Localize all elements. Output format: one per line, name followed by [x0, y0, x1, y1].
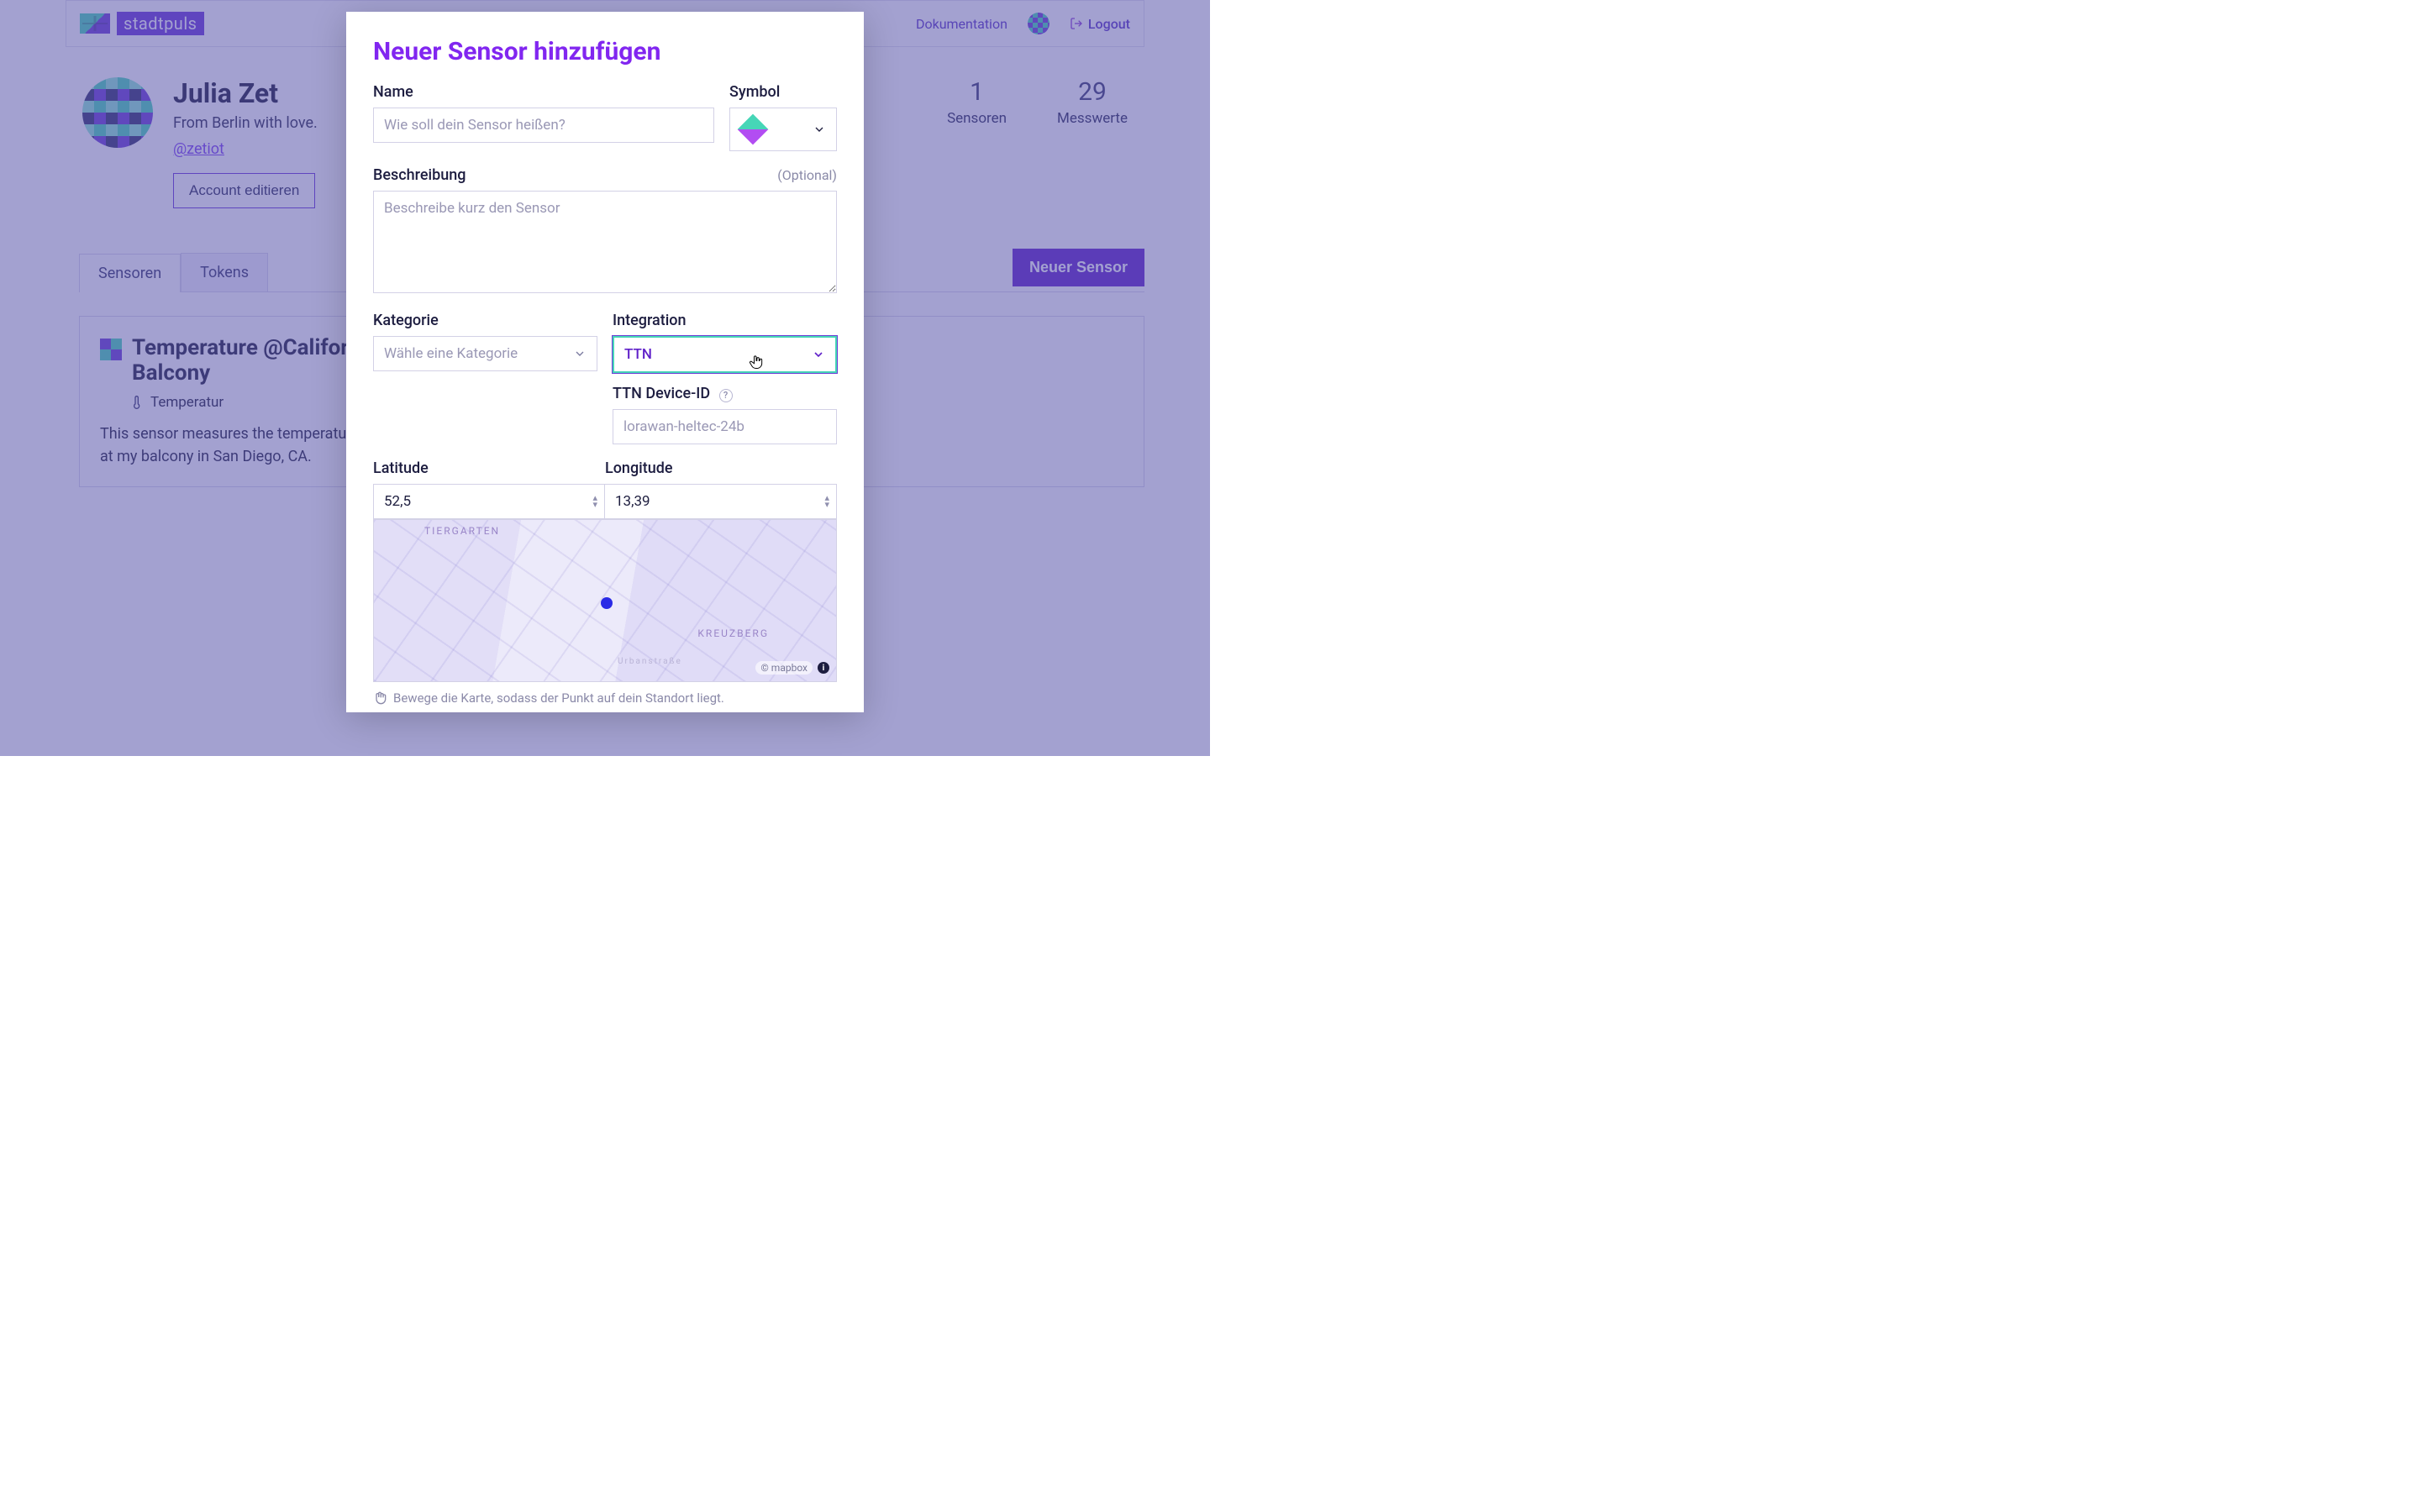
location-map[interactable]: TIERGARTEN KREUZBERG Urbanstraße © mapbo…	[373, 519, 837, 682]
category-label: Kategorie	[373, 312, 439, 329]
desc-textarea[interactable]	[373, 191, 837, 293]
integration-select[interactable]: TTN	[613, 336, 837, 373]
symbol-select[interactable]	[729, 108, 837, 151]
field-name: Name	[373, 83, 714, 151]
symbol-label: Symbol	[729, 83, 780, 101]
field-description: Beschreibung (Optional)	[373, 166, 837, 297]
chevron-down-icon	[813, 123, 826, 136]
map-street-label: Urbanstraße	[618, 657, 682, 666]
device-id-input[interactable]	[613, 409, 837, 444]
modal-title: Neuer Sensor hinzufügen	[373, 37, 837, 66]
device-id-label: TTN Device-ID ?	[613, 385, 733, 402]
field-latitude: Latitude 52,5 ▴▾	[373, 459, 605, 519]
help-icon[interactable]: ?	[719, 389, 733, 402]
integration-label: Integration	[613, 312, 687, 329]
name-label: Name	[373, 83, 413, 101]
symbol-swatch-icon	[738, 114, 769, 145]
chevron-down-icon	[812, 348, 825, 361]
map-hint: Bewege die Karte, sodass der Punkt auf d…	[373, 690, 837, 706]
field-symbol: Symbol	[729, 83, 837, 151]
name-input[interactable]	[373, 108, 714, 143]
map-pin-icon	[601, 597, 613, 609]
desc-label: Beschreibung	[373, 166, 466, 184]
field-integration: Integration TTN TTN Device-ID ?	[613, 312, 837, 444]
lat-input[interactable]: 52,5 ▴▾	[373, 484, 605, 519]
lon-label: Longitude	[605, 459, 673, 477]
new-sensor-modal: Neuer Sensor hinzufügen Name Symbol Besc…	[346, 12, 864, 712]
stepper-icon[interactable]: ▴▾	[592, 495, 597, 508]
desc-optional: (Optional)	[777, 167, 837, 183]
category-select[interactable]: Wähle eine Kategorie	[373, 336, 597, 371]
lon-input[interactable]: 13,39 ▴▾	[605, 484, 837, 519]
mapbox-badge[interactable]: © mapbox	[755, 661, 813, 675]
map-district-label: TIERGARTEN	[424, 525, 500, 537]
chevron-down-icon	[573, 347, 587, 360]
category-placeholder: Wähle eine Kategorie	[384, 345, 518, 362]
hand-icon	[373, 691, 387, 705]
field-category: Kategorie Wähle eine Kategorie	[373, 312, 597, 444]
field-longitude: Longitude 13,39 ▴▾	[605, 459, 837, 519]
map-attribution: © mapbox i	[755, 661, 829, 675]
info-icon[interactable]: i	[818, 662, 829, 674]
map-district-label: KREUZBERG	[697, 627, 769, 639]
stepper-icon[interactable]: ▴▾	[824, 495, 829, 508]
integration-value: TTN	[624, 346, 652, 363]
lat-label: Latitude	[373, 459, 429, 477]
